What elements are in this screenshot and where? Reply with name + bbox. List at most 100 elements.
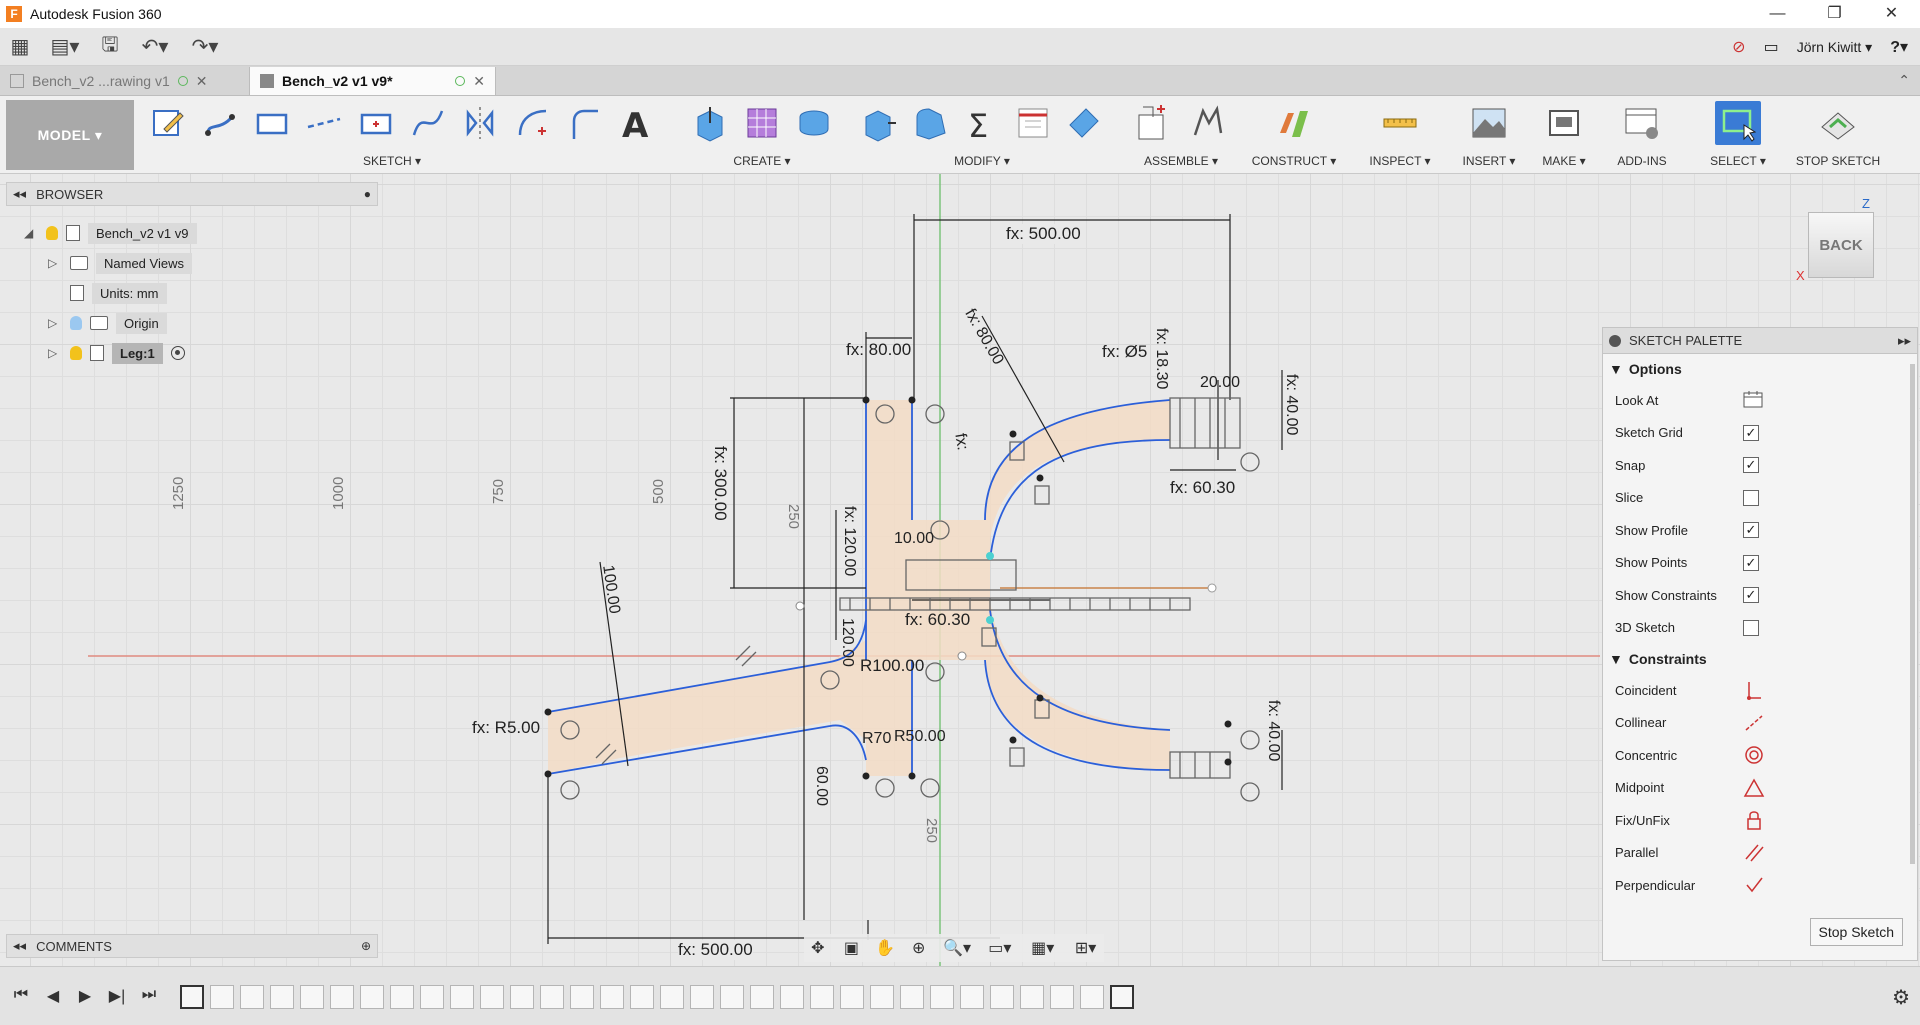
mirror-tool-icon[interactable]	[458, 101, 502, 145]
fillet-icon[interactable]	[909, 101, 952, 145]
timeline-feature[interactable]	[1050, 985, 1074, 1009]
timeline-feature[interactable]	[690, 985, 714, 1009]
palette-pin-icon[interactable]	[1609, 334, 1621, 347]
3d-print-icon[interactable]	[1541, 101, 1587, 145]
option-look-at[interactable]: Look At	[1603, 384, 1917, 417]
option-slice[interactable]: Slice	[1603, 482, 1917, 515]
timeline-feature[interactable]	[300, 985, 324, 1009]
construct-menu[interactable]: CONSTRUCT ▾	[1244, 154, 1344, 168]
dimension-r70[interactable]: R70	[862, 730, 891, 748]
restore-button[interactable]: ❐	[1806, 0, 1863, 28]
joint-icon[interactable]	[1184, 101, 1230, 145]
timeline-feature[interactable]	[180, 985, 204, 1009]
tab-drawing[interactable]: Bench_v2 ...rawing v1 ✕	[0, 67, 250, 95]
revolve-icon[interactable]	[792, 101, 836, 145]
dimension-diameter[interactable]: fx: Ø5	[1102, 342, 1147, 362]
dimension-60-center[interactable]: fx: 60.30	[905, 610, 970, 630]
dimension-300[interactable]: fx: 300.00	[710, 446, 730, 546]
inspect-menu[interactable]: INSPECT ▾	[1360, 154, 1440, 168]
stop-sketch-palette-button[interactable]: Stop Sketch	[1809, 918, 1903, 946]
spline-tool-icon[interactable]	[406, 101, 450, 145]
assemble-menu[interactable]: ASSEMBLE ▾	[1126, 154, 1236, 168]
timeline-feature[interactable]	[390, 985, 414, 1009]
undo-icon[interactable]: ↶▾	[130, 28, 180, 66]
view-cube[interactable]: Z BACK X	[1796, 196, 1886, 292]
expand-arrow-icon[interactable]: ▷	[48, 346, 62, 360]
modify-menu[interactable]: MODIFY ▾	[854, 154, 1110, 168]
stop-sketch-button[interactable]: STOP SKETCH	[1786, 154, 1890, 168]
measure-icon[interactable]	[1377, 101, 1423, 145]
viewports-icon[interactable]: ⊞▾	[1067, 938, 1104, 958]
option-sketch-grid[interactable]: Sketch Grid ✓	[1603, 417, 1917, 450]
dimension-18[interactable]: fx: 18.30	[1152, 328, 1170, 389]
constraint-fix-unfix[interactable]: Fix/UnFix	[1603, 804, 1917, 837]
add-comment-icon[interactable]: ⊕	[361, 939, 371, 953]
insert-menu[interactable]: INSERT ▾	[1450, 154, 1528, 168]
workspace-switcher[interactable]: MODEL ▾	[6, 100, 134, 170]
show-points-checkbox[interactable]: ✓	[1743, 554, 1759, 571]
option-snap[interactable]: Snap ✓	[1603, 449, 1917, 482]
press-pull-icon[interactable]	[858, 101, 901, 145]
midpoint-icon[interactable]	[1743, 777, 1765, 801]
timeline-feature[interactable]	[960, 985, 984, 1009]
3d-sketch-checkbox[interactable]	[1743, 619, 1759, 636]
timeline-settings-icon[interactable]: ⚙	[1892, 985, 1910, 1010]
browser-node-leg[interactable]: ▷ Leg:1	[48, 342, 185, 364]
collapse-arrow-icon[interactable]: ▼	[1609, 651, 1623, 667]
notifications-icon[interactable]: ▭	[1764, 37, 1779, 57]
constraint-parallel[interactable]: Parallel	[1603, 837, 1917, 870]
timeline-feature[interactable]	[480, 985, 504, 1009]
dimension-120[interactable]: fx: 120.00	[840, 506, 858, 576]
perpendicular-icon[interactable]	[1743, 875, 1765, 898]
show-profile-checkbox[interactable]: ✓	[1743, 522, 1759, 538]
slice-checkbox[interactable]	[1743, 489, 1759, 506]
timeline-feature[interactable]	[570, 985, 594, 1009]
text-tool-icon[interactable]: A	[614, 101, 658, 145]
visibility-bulb-icon[interactable]	[46, 226, 58, 240]
timeline-feature[interactable]	[210, 985, 234, 1009]
compute-icon[interactable]	[1012, 101, 1055, 145]
constraints-section-header[interactable]: ▼ Constraints	[1603, 644, 1917, 674]
expand-arrow-icon[interactable]: ◢	[24, 226, 38, 240]
tab-bench-model[interactable]: Bench_v2 v1 v9* ✕	[250, 67, 496, 95]
browser-node-origin[interactable]: ▷ Origin	[48, 312, 167, 334]
select-tool-icon[interactable]	[1715, 101, 1761, 145]
option-show-points[interactable]: Show Points ✓	[1603, 547, 1917, 580]
browser-node-named-views[interactable]: ▷ Named Views	[48, 252, 192, 274]
timeline-feature[interactable]	[540, 985, 564, 1009]
file-menu-icon[interactable]: ▤▾	[40, 28, 90, 66]
constraint-concentric[interactable]: Concentric	[1603, 739, 1917, 772]
timeline-back-icon[interactable]: ◀	[42, 986, 64, 1006]
timeline-feature[interactable]	[360, 985, 384, 1009]
save-icon[interactable]: 🖫	[90, 28, 130, 66]
show-constraints-checkbox[interactable]: ✓	[1743, 587, 1759, 603]
collapse-panel-icon[interactable]: ◂◂	[13, 186, 26, 202]
close-tab-icon[interactable]: ✕	[473, 73, 485, 90]
options-section-header[interactable]: ▼ Options	[1603, 354, 1917, 384]
dimension-500-bottom[interactable]: fx: 500.00	[678, 940, 753, 960]
collapse-tabs-icon[interactable]: ⌃	[1898, 72, 1910, 89]
timeline-feature[interactable]	[600, 985, 624, 1009]
timeline-feature[interactable]	[870, 985, 894, 1009]
snap-checkbox[interactable]: ✓	[1743, 457, 1759, 473]
line-tool-icon[interactable]	[198, 101, 242, 145]
timeline-play-icon[interactable]: ▶	[74, 986, 96, 1006]
timeline-feature[interactable]	[450, 985, 474, 1009]
insert-image-icon[interactable]	[1466, 101, 1512, 145]
fit-icon[interactable]: 🔍▾	[939, 938, 976, 958]
dimension-40-top[interactable]: fx: 40.00	[1282, 374, 1300, 435]
view-cube-face[interactable]: BACK	[1808, 212, 1874, 278]
collapse-panel-icon[interactable]: ◂◂	[13, 938, 26, 954]
expand-arrow-icon[interactable]: ▷	[48, 256, 62, 270]
addins-menu[interactable]: ADD-INS	[1604, 154, 1680, 168]
look-at-nav-icon[interactable]: ▣	[838, 938, 866, 958]
dimension-r5[interactable]: fx: R5.00	[472, 718, 540, 738]
dimension-60-right[interactable]: fx: 60.30	[1170, 478, 1235, 498]
timeline-feature[interactable]	[720, 985, 744, 1009]
new-component-icon[interactable]	[1130, 101, 1176, 145]
activate-component-icon[interactable]	[170, 346, 185, 360]
parallel-icon[interactable]	[1743, 843, 1765, 866]
palette-scrollbar[interactable]	[1910, 364, 1915, 864]
timeline-feature[interactable]	[900, 985, 924, 1009]
dimension-r50[interactable]: R50.00	[894, 728, 946, 746]
